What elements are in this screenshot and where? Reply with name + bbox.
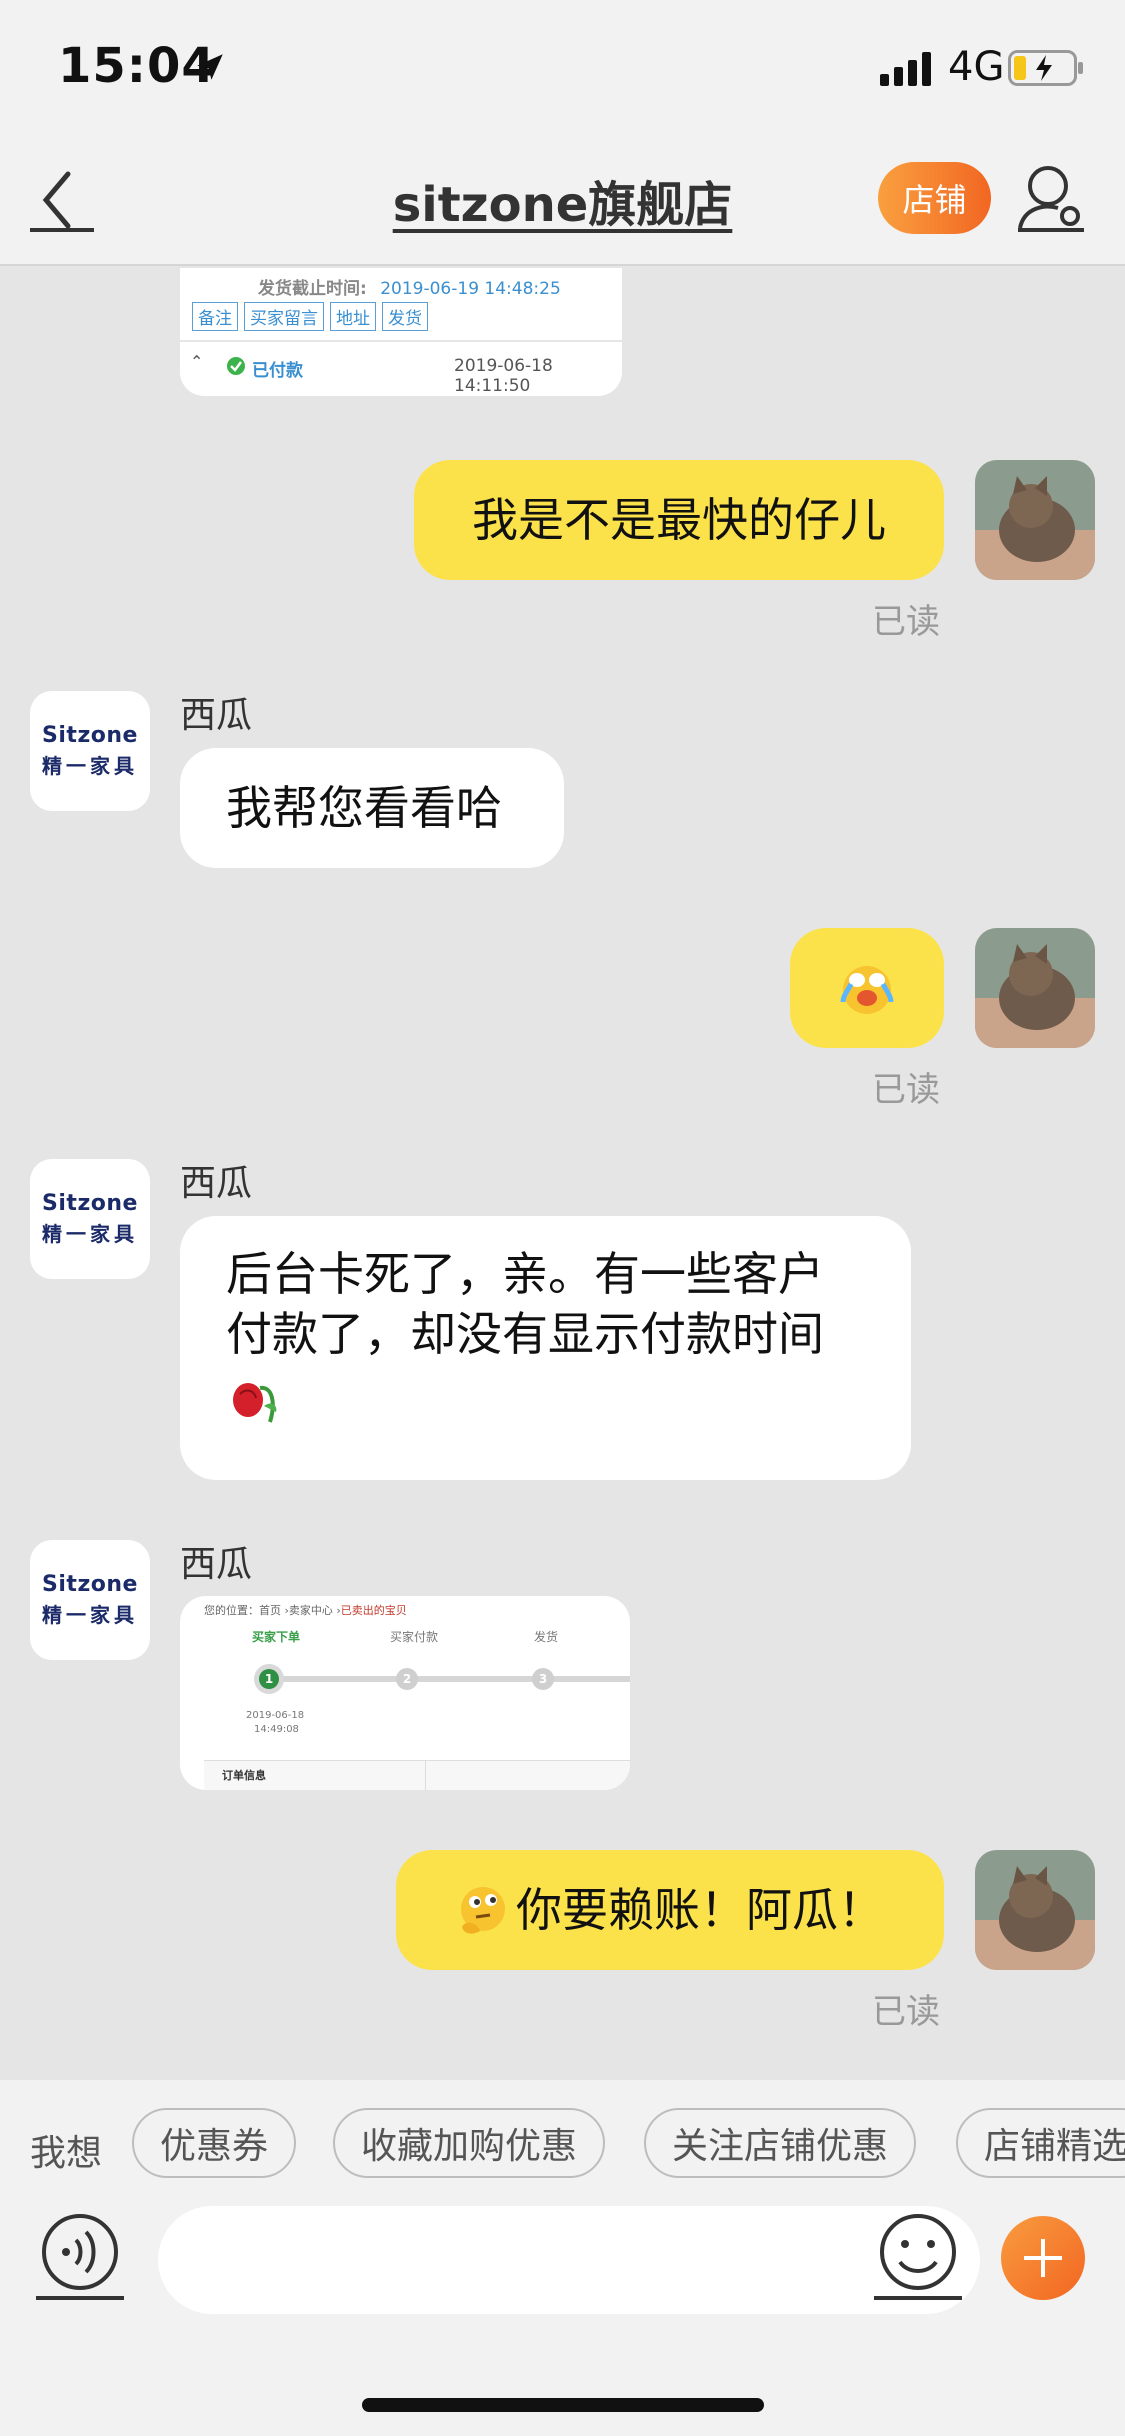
breadcrumb-current: 已卖出的宝贝 [340,1604,407,1617]
shop-logo-sub: 精一家具 [42,754,138,778]
deadline-label: 发货截止时间: [258,279,367,299]
my-message-bubble[interactable]: 你要赖账！阿瓜！ [396,1850,944,1970]
progress-track [268,1676,630,1682]
chevron-up-icon: ⌃ [190,352,204,371]
breadcrumb-prefix: 您的位置：首页 ›卖家中心 › [204,1604,341,1617]
step-label: 买家付款 [390,1630,439,1644]
their-message-bubble[interactable]: 后台卡死了，亲。有一些客户 付款了，却没有显示付款时间 [180,1216,911,1480]
message-text: 我是不是最快的仔儿 [472,493,886,547]
sender-name: 西瓜 [180,695,253,736]
step-label: 买家下单 [252,1630,301,1644]
step-time: 14:49:08 [254,1724,299,1735]
order-actions: 备注 买家留言 地址 发货 [192,302,428,331]
message-text-line: 付款了，却没有显示付款时间 [226,1307,824,1361]
sender-name: 西瓜 [180,1544,253,1585]
message-text-line: 后台卡死了，亲。有一些客户 [226,1247,824,1301]
order-status: 已付款 [252,361,303,381]
emoji-picker-icon[interactable] [872,2210,964,2302]
section-label: 订单信息 [222,1769,266,1782]
cellular-signal-icon [880,52,931,86]
order-divider [180,340,622,342]
my-avatar[interactable] [975,460,1095,580]
order-timestamp: 2019-06-18 14:11:50 [454,356,553,396]
more-options-button[interactable] [1001,2216,1085,2300]
quick-reply-chip[interactable]: 收藏加购优惠 [333,2108,606,2178]
shop-avatar[interactable]: Sitzone 精一家具 [30,1159,150,1279]
quick-reply-chip[interactable]: 优惠券 [132,2108,297,2178]
plus-icon [1024,2239,1062,2277]
top-bar: 15:04 4G sitzone旗舰店 店铺 [0,0,1125,266]
read-receipt: 已读 [872,602,940,642]
order-action: 备注 [192,302,238,331]
sender-name: 西瓜 [180,1163,253,1204]
order-action: 买家留言 [244,302,324,331]
order-deadline-row: 发货截止时间: 2019-06-19 14:48:25 [258,274,561,299]
battery-charging-icon [1008,50,1083,86]
order-action: 地址 [330,302,376,331]
message-text: 你要赖账！阿瓜！ [516,1883,884,1937]
order-action: 发货 [382,302,428,331]
step-date: 2019-06-18 [246,1710,305,1721]
cat-photo-icon [975,928,1095,1048]
cry-laugh-emoji-icon [840,966,894,1014]
shop-logo-brand: Sitzone [42,1572,138,1597]
read-receipt: 已读 [872,1070,940,1110]
shop-logo-brand: Sitzone [42,723,138,748]
order-screenshot-card[interactable]: 发货截止时间: 2019-06-19 14:48:25 备注 买家留言 地址 发… [180,268,622,396]
my-avatar[interactable] [975,928,1095,1048]
shop-avatar[interactable]: Sitzone 精一家具 [30,1540,150,1660]
step-number: 1 [259,1669,279,1689]
shop-logo-brand: Sitzone [42,1191,138,1216]
check-circle-icon [227,357,245,375]
my-message-bubble[interactable]: 我是不是最快的仔儿 [414,460,944,580]
step-dot-current: 1 [254,1664,284,1694]
wilted-rose-icon [233,1383,277,1423]
order-info-header: 订单信息 [204,1760,630,1790]
breadcrumb: 您的位置：首页 ›卖家中心 ›已卖出的宝贝 [204,1602,407,1618]
message-input[interactable] [158,2206,980,2314]
progress-screenshot-card[interactable]: 您的位置：首页 ›卖家中心 ›已卖出的宝贝 买家下单 买家付款 发货 1 2 3… [180,1596,630,1790]
thinking-face-emoji-icon [461,1887,505,1934]
location-arrow-icon [197,54,223,80]
quick-reply-label: 我想 [30,2133,103,2174]
my-emoji-bubble[interactable] [790,928,944,1048]
user-settings-icon[interactable] [1014,160,1088,240]
shop-logo-sub: 精一家具 [42,1222,138,1246]
home-indicator[interactable] [362,2398,764,2412]
their-message-bubble[interactable]: 我帮您看看哈 [180,748,564,868]
shop-avatar[interactable]: Sitzone 精一家具 [30,691,150,811]
read-receipt: 已读 [872,1992,940,2032]
step-dot: 2 [396,1668,418,1690]
deadline-value: 2019-06-19 14:48:25 [380,279,561,299]
cat-photo-icon [975,1850,1095,1970]
chat-area[interactable]: 发货截止时间: 2019-06-19 14:48:25 备注 买家留言 地址 发… [0,268,1125,2080]
my-avatar[interactable] [975,1850,1095,1970]
step-dot: 3 [532,1668,554,1690]
step-label: 发货 [534,1630,559,1644]
bottom-bar: 我想 优惠券 收藏加购优惠 关注店铺优惠 店铺精选 [0,2080,1125,2436]
message-text: 我帮您看看哈 [226,781,502,835]
shop-logo-sub: 精一家具 [42,1603,138,1627]
quick-reply-chip[interactable]: 店铺精选 [956,2108,1125,2178]
shop-button[interactable]: 店铺 [878,162,991,234]
voice-input-icon[interactable] [34,2210,126,2302]
quick-reply-chip[interactable]: 关注店铺优惠 [644,2108,917,2178]
network-type: 4G [948,44,1005,90]
cat-photo-icon [975,460,1095,580]
